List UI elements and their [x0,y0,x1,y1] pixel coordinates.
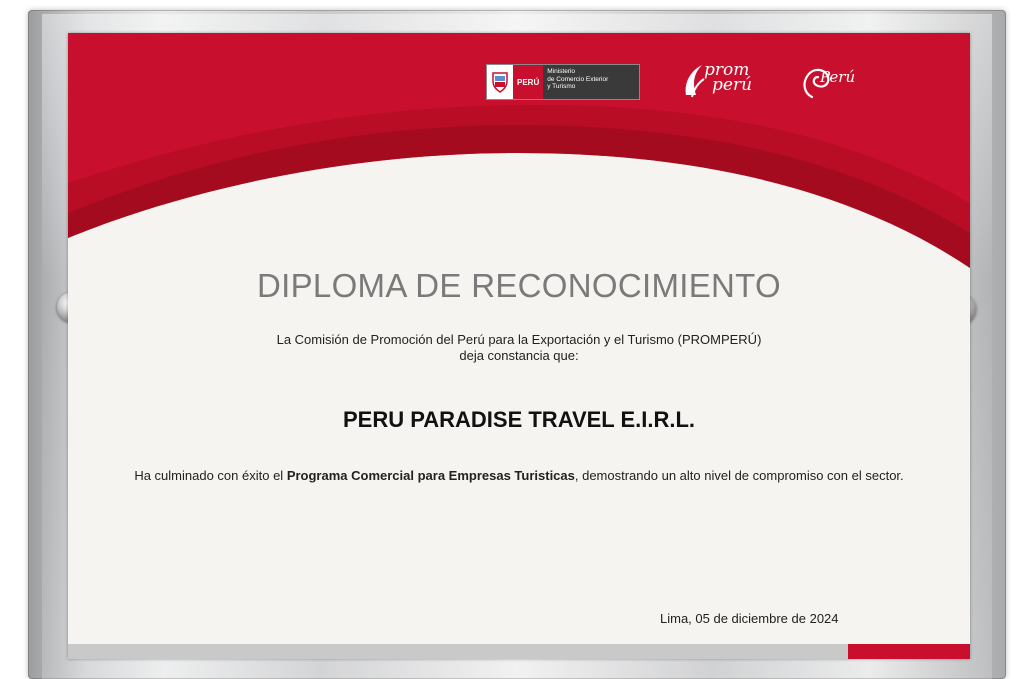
achievement-statement: Ha culminado con éxito el Programa Comer… [118,468,920,484]
mincetur-logo: PERÚ Ministerio de Comercio Exterior y T… [486,64,640,100]
intro-line-2: deja constancia que: [459,348,579,363]
mincetur-ministry-text: Ministerio de Comercio Exterior y Turism… [543,65,639,99]
program-name: Programa Comercial para Empresas Turisti… [286,468,575,483]
issue-date: Lima, 05 de diciembre de 2024 [660,611,839,626]
promperu-logo-text: prom perú [704,62,753,95]
diploma-title: DIPLOMA DE RECONOCIMIENTO [257,267,781,304]
intro-text: La Comisión de Promoción del Perú para l… [68,332,970,364]
mincetur-country-label: PERÚ [513,65,544,99]
promperu-line2: perú [712,75,753,95]
peru-coat-of-arms-icon [487,65,513,99]
footer-red-band [848,644,970,659]
footer-gray-band [68,644,848,659]
recipient-company-name: PERU PARADISE TRAVEL E.I.R.L. [342,407,696,432]
intro-line-1: La Comisión de Promoción del Perú para l… [276,332,762,347]
achievement-suffix: , demostrando un alto nivel de compromis… [574,468,904,483]
marca-peru-logo-text: Perú [820,68,856,86]
achievement-prefix: Ha culminado con éxito el [134,468,287,483]
diploma-sheet: PERÚ Ministerio de Comercio Exterior y T… [68,33,970,659]
